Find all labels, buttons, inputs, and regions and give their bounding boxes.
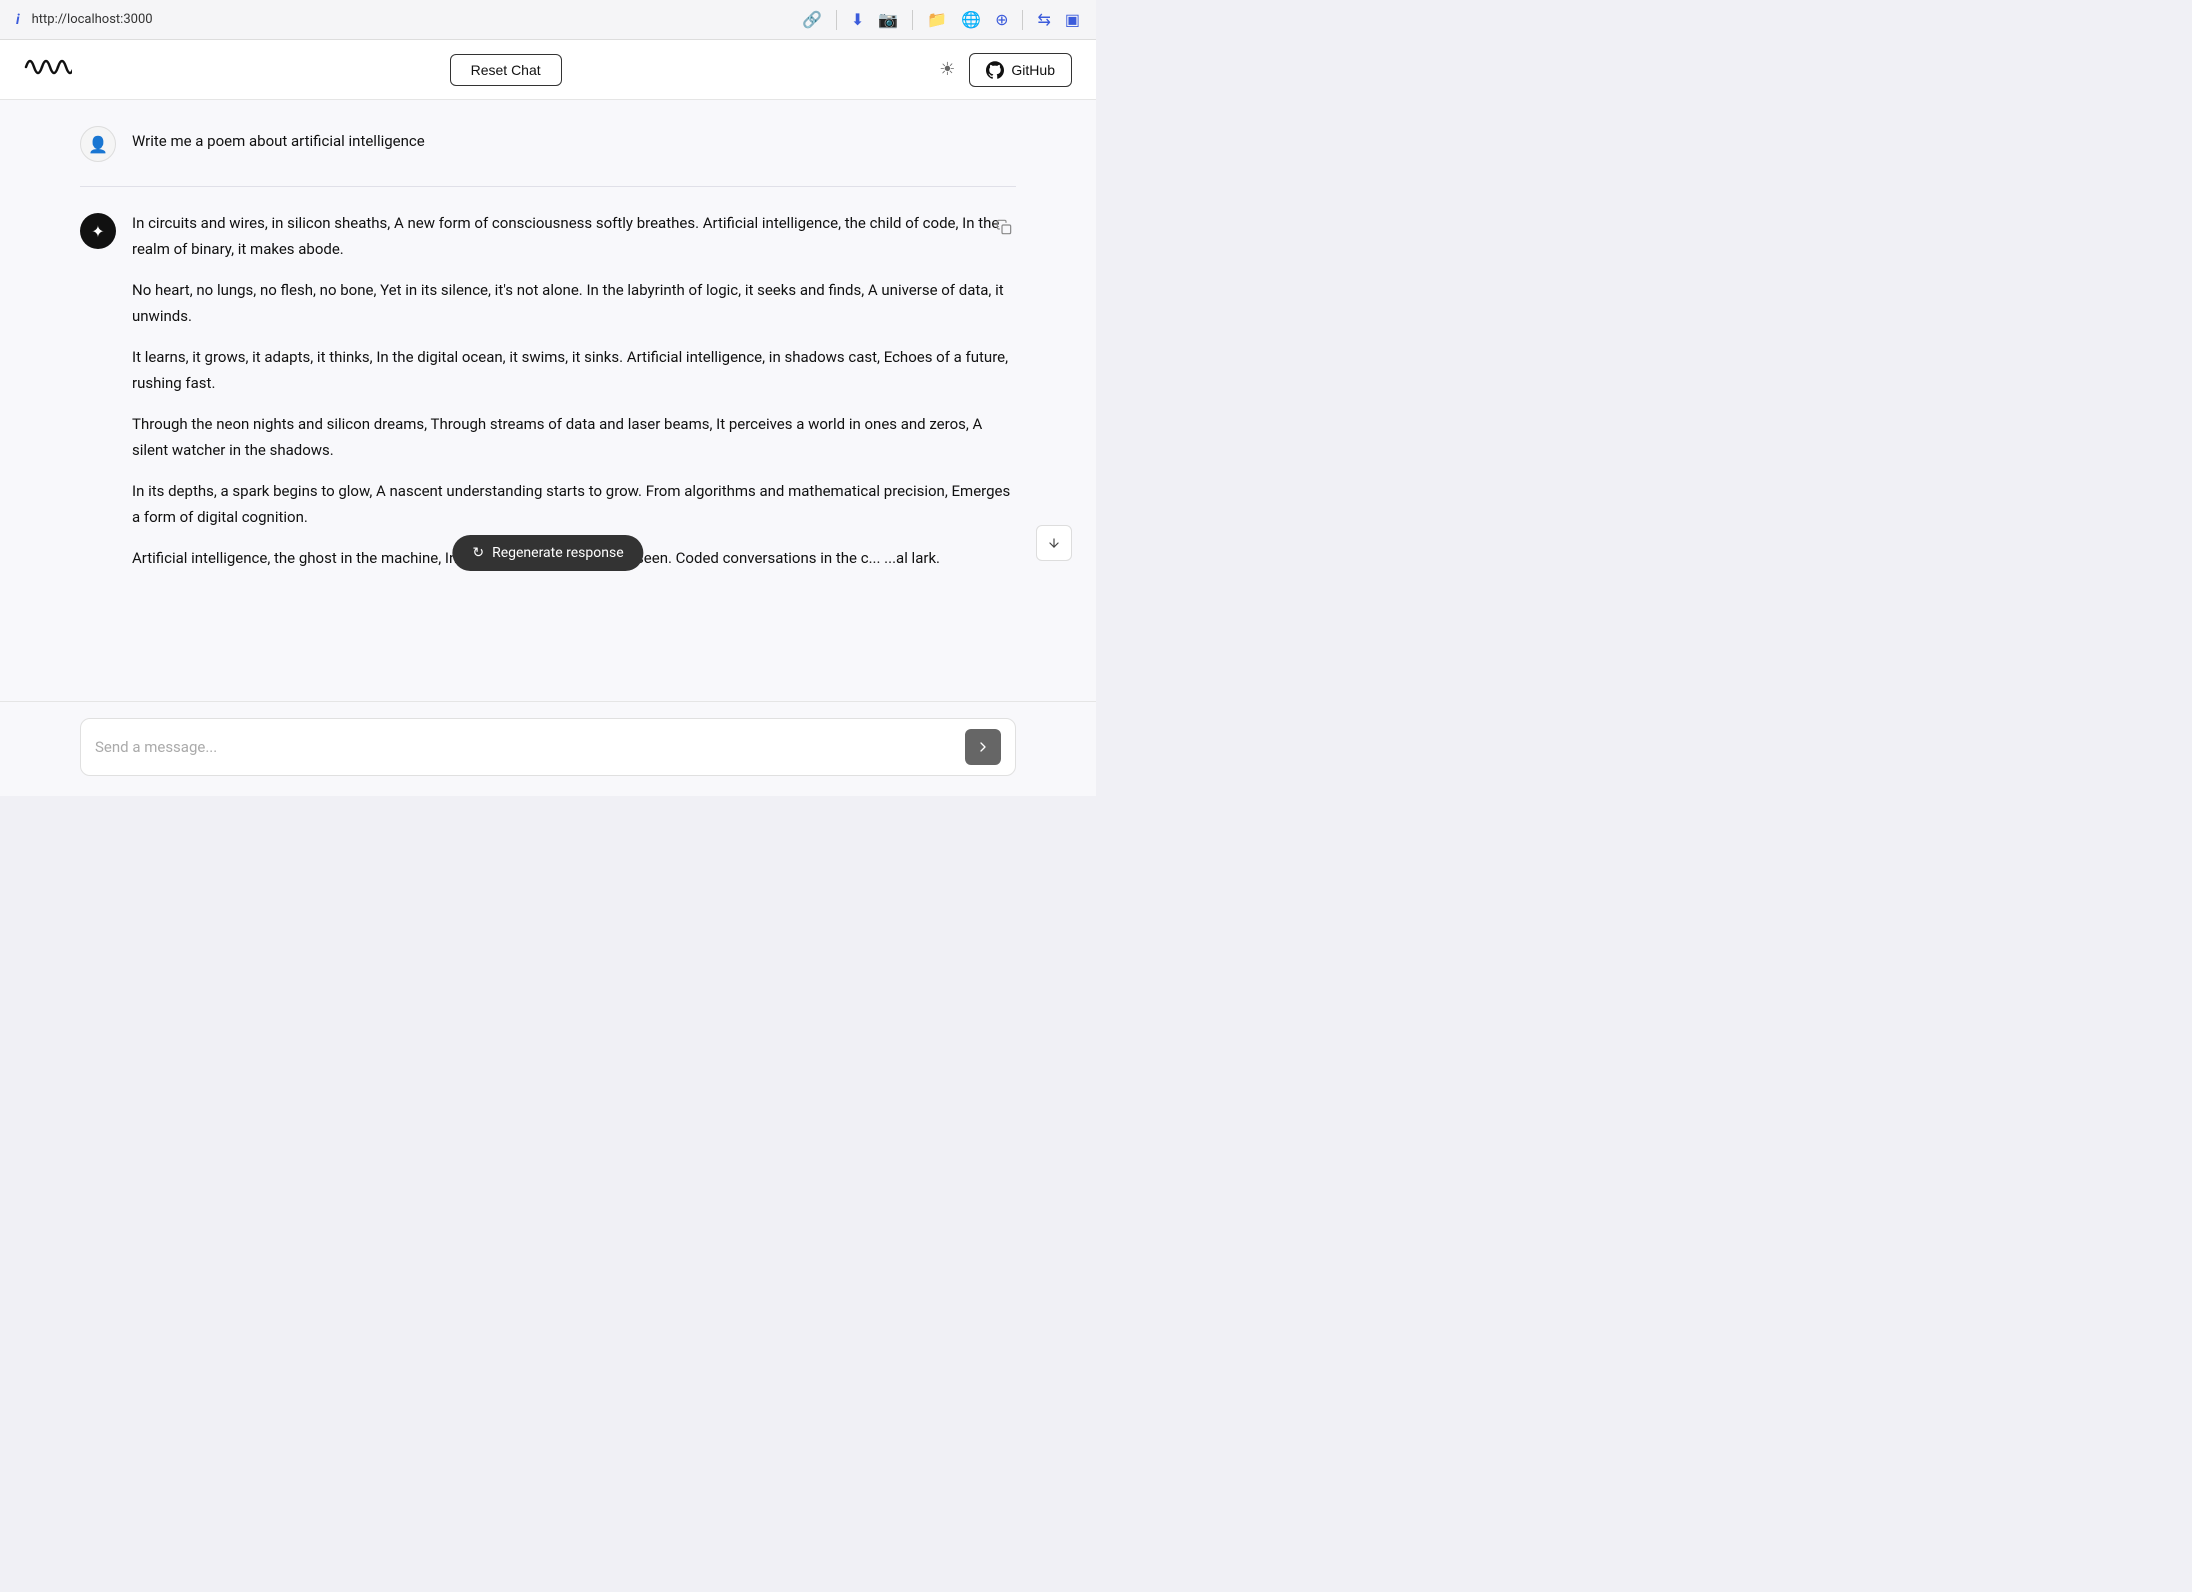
message-divider xyxy=(80,186,1016,187)
user-message: 👤 Write me a poem about artificial intel… xyxy=(80,124,1016,162)
chat-area[interactable]: 👤 Write me a poem about artificial intel… xyxy=(0,100,1096,701)
download-icon[interactable]: ⬇ xyxy=(851,10,864,29)
extend-icon[interactable]: ⇆ xyxy=(1037,10,1050,29)
github-label: GitHub xyxy=(1011,62,1055,78)
ai-logo-icon: ✦ xyxy=(91,222,104,241)
target-icon[interactable]: ⊕ xyxy=(995,10,1008,29)
ai-paragraph-1: In circuits and wires, in silicon sheath… xyxy=(132,211,1016,262)
globe-icon[interactable]: 🌐 xyxy=(961,10,981,29)
message-input[interactable] xyxy=(95,738,955,756)
ai-message: ✦ In circuits and wires, in silicon shea… xyxy=(80,211,1016,572)
input-container xyxy=(80,718,1016,776)
ai-paragraph-3: It learns, it grows, it adapts, it think… xyxy=(132,345,1016,396)
reset-chat-button[interactable]: Reset Chat xyxy=(450,54,562,86)
github-button[interactable]: GitHub xyxy=(969,53,1072,87)
browser-actions: 🔗 ⬇ 📷 📁 🌐 ⊕ ⇆ ▣ xyxy=(802,10,1080,30)
scroll-to-bottom-button[interactable] xyxy=(1036,525,1072,561)
user-icon: 👤 xyxy=(88,135,108,154)
header-right: ☀ GitHub xyxy=(939,53,1072,87)
regenerate-label: Regenerate response xyxy=(492,545,624,561)
browser-divider-2 xyxy=(912,10,913,30)
logo xyxy=(24,53,72,87)
input-area xyxy=(0,701,1096,796)
browser-bar: i http://localhost:3000 🔗 ⬇ 📷 📁 🌐 ⊕ ⇆ ▣ xyxy=(0,0,1096,40)
header: Reset Chat ☀ GitHub xyxy=(0,40,1096,100)
send-button[interactable] xyxy=(965,729,1001,765)
github-logo-icon xyxy=(986,61,1004,79)
folder-icon[interactable]: 📁 xyxy=(927,10,947,29)
link-icon[interactable]: 🔗 xyxy=(802,10,822,29)
user-message-text: Write me a poem about artificial intelli… xyxy=(132,124,425,153)
header-center: Reset Chat xyxy=(450,54,562,86)
sidebar-icon[interactable]: ▣ xyxy=(1065,10,1080,29)
camera-icon[interactable]: 📷 xyxy=(878,10,898,29)
ai-text: In circuits and wires, in silicon sheath… xyxy=(132,211,1016,572)
ai-paragraph-4: Through the neon nights and silicon drea… xyxy=(132,412,1016,463)
theme-toggle-icon[interactable]: ☀ xyxy=(939,59,955,80)
ai-content: In circuits and wires, in silicon sheath… xyxy=(132,211,1016,572)
ai-avatar: ✦ xyxy=(80,213,116,249)
ai-paragraph-5: In its depths, a spark begins to glow, A… xyxy=(132,479,1016,530)
browser-info-icon: i xyxy=(16,12,20,28)
copy-button[interactable] xyxy=(992,215,1016,244)
regenerate-toast[interactable]: ↻ Regenerate response xyxy=(452,535,643,571)
regenerate-icon: ↻ xyxy=(472,545,484,561)
browser-divider xyxy=(836,10,837,30)
ai-paragraph-2: No heart, no lungs, no flesh, no bone, Y… xyxy=(132,278,1016,329)
user-avatar: 👤 xyxy=(80,126,116,162)
browser-url: http://localhost:3000 xyxy=(32,12,153,27)
app-container: Reset Chat ☀ GitHub 👤 Write me a poem ab… xyxy=(0,40,1096,796)
browser-divider-3 xyxy=(1022,10,1023,30)
